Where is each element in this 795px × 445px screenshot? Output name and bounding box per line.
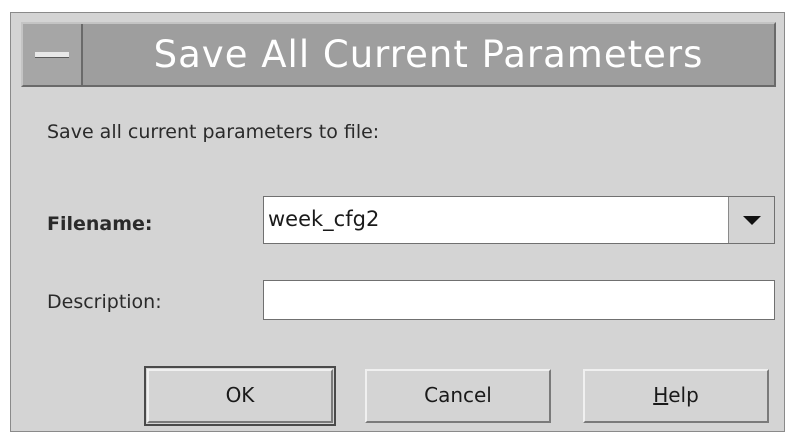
filename-combobox[interactable]: week_cfg2 — [263, 196, 775, 244]
description-label: Description: — [47, 291, 162, 313]
help-button[interactable]: Help — [583, 369, 769, 423]
dialog-title: Save All Current Parameters — [153, 33, 704, 76]
filename-label: Filename: — [47, 213, 153, 235]
filename-dropdown-button[interactable] — [728, 197, 774, 243]
help-mnemonic: H — [653, 383, 669, 407]
chevron-down-icon — [743, 216, 761, 225]
description-field[interactable] — [263, 280, 775, 320]
ok-button[interactable]: OK — [144, 366, 336, 426]
prompt-text: Save all current parameters to file: — [47, 121, 380, 143]
title-bar[interactable]: Save All Current Parameters — [21, 22, 776, 87]
save-parameters-dialog: Save All Current Parameters Save all cur… — [10, 12, 785, 432]
window-menu-button[interactable] — [23, 24, 83, 85]
filename-field[interactable]: week_cfg2 — [268, 197, 379, 243]
help-label-rest: elp — [668, 383, 699, 407]
cancel-button[interactable]: Cancel — [365, 369, 551, 423]
window-menu-icon — [35, 52, 69, 58]
